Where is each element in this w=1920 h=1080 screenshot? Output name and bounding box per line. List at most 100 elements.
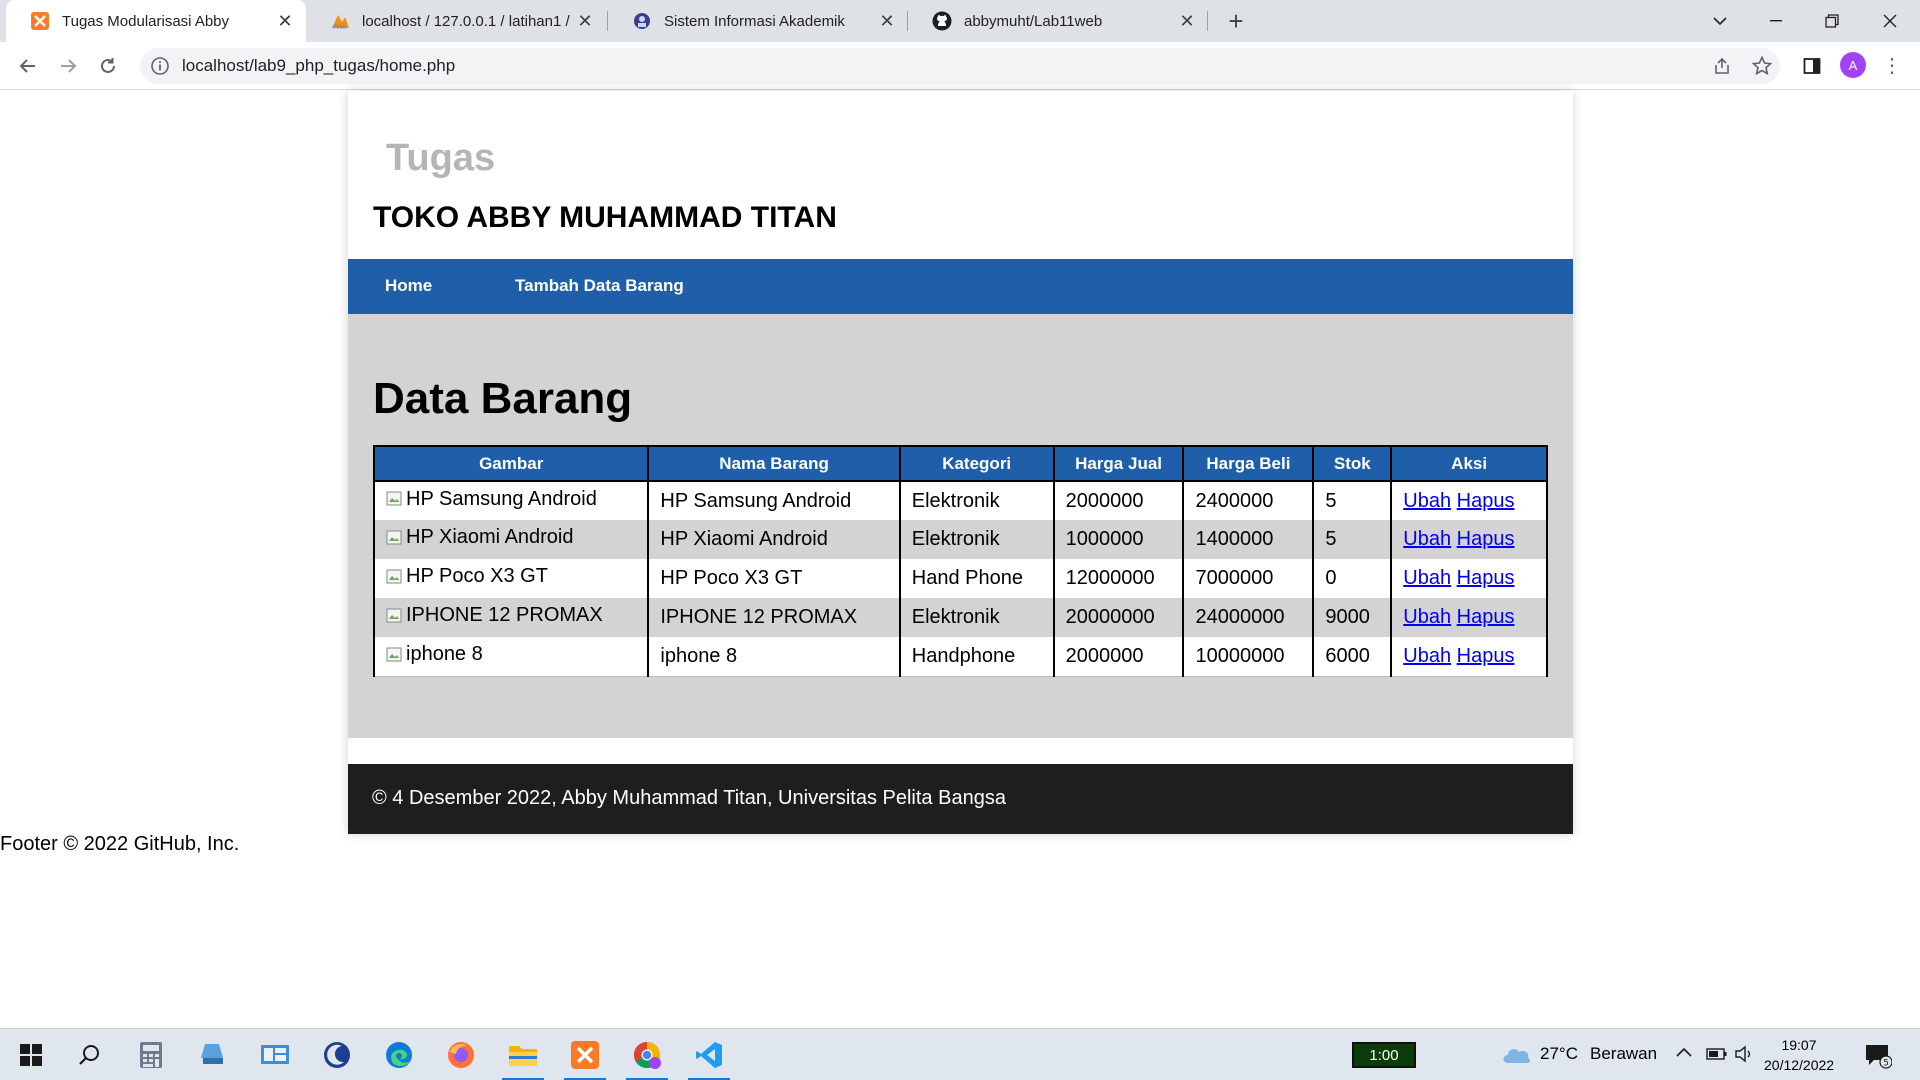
tab-tugas-modularisasi[interactable]: Tugas Modularisasi Abby ✕	[6, 0, 306, 42]
tab-title: Sistem Informasi Akademik	[664, 12, 845, 30]
vscode-icon[interactable]	[682, 1029, 736, 1080]
cell-harga-beli: 2400000	[1182, 481, 1315, 520]
svg-text:PMA: PMA	[333, 24, 347, 30]
table-row: HP Poco X3 GT HP Poco X3 GT Hand Phone 1…	[372, 559, 1548, 598]
more-options-icon[interactable]: ⋮	[1882, 52, 1902, 78]
broken-image-icon	[386, 647, 402, 661]
system-clock[interactable]: 19:07 20/12/2022	[1764, 1035, 1834, 1075]
hapus-link[interactable]: Hapus	[1457, 606, 1515, 628]
weather-widget[interactable]: 27°C Berawan	[1500, 1043, 1657, 1065]
nav-home-link[interactable]: Home	[385, 276, 432, 296]
cell-stok: 5	[1312, 520, 1393, 559]
site-footer: © 4 Desember 2022, Abby Muhammad Titan, …	[348, 764, 1573, 834]
address-bar[interactable]: localhost/lab9_php_tugas/home.php	[140, 48, 1780, 84]
clock-date: 20/12/2022	[1764, 1057, 1835, 1073]
close-window-button[interactable]	[1862, 0, 1918, 42]
browser-tab-strip: Tugas Modularisasi Abby ✕ PMA localhost …	[0, 0, 1920, 42]
page-viewport: Tugas TOKO ABBY MUHAMMAD TITAN Home Tamb…	[0, 91, 1920, 1028]
cell-stok: 5	[1312, 481, 1393, 520]
side-panel-icon[interactable]	[1796, 50, 1828, 82]
tab-sistem-informasi[interactable]: Sistem Informasi Akademik ✕	[608, 0, 908, 42]
back-button[interactable]	[12, 50, 44, 82]
cell-harga-jual: 2000000	[1052, 637, 1185, 677]
cell-harga-beli: 10000000	[1182, 637, 1315, 677]
cell-nama-barang: iphone 8	[647, 637, 901, 677]
cortana-icon[interactable]	[310, 1029, 364, 1080]
new-tab-button[interactable]: +	[1222, 6, 1250, 36]
table-row: HP Samsung Android HP Samsung Android El…	[372, 481, 1548, 520]
battery-timer-badge[interactable]: 1:00	[1352, 1042, 1416, 1068]
reload-button[interactable]	[92, 50, 124, 82]
chrome-icon[interactable]	[620, 1029, 674, 1080]
ubah-link[interactable]: Ubah	[1403, 490, 1451, 512]
hapus-link[interactable]: Hapus	[1457, 490, 1515, 512]
cell-aksi: Ubah Hapus	[1390, 481, 1548, 520]
page-title: Data Barang	[373, 374, 633, 423]
cell-aksi: Ubah Hapus	[1390, 598, 1548, 637]
cell-harga-beli: 1400000	[1182, 520, 1315, 559]
search-icon[interactable]	[62, 1029, 116, 1080]
table-row: HP Xiaomi Android HP Xiaomi Android Elek…	[372, 520, 1548, 559]
volume-icon[interactable]	[1734, 1044, 1756, 1068]
cell-nama-barang: HP Samsung Android	[647, 481, 901, 520]
main-nav: Home Tambah Data Barang	[348, 259, 1573, 314]
calculator-icon[interactable]	[124, 1029, 178, 1080]
ubah-link[interactable]: Ubah	[1403, 645, 1451, 667]
firefox-icon[interactable]	[434, 1029, 488, 1080]
restore-button[interactable]	[1804, 0, 1860, 42]
column-header-aksi: Aksi	[1390, 445, 1548, 482]
battery-icon[interactable]	[1706, 1047, 1728, 1065]
cell-harga-jual: 2000000	[1052, 481, 1185, 520]
cell-nama-barang: HP Xiaomi Android	[647, 520, 901, 559]
share-icon[interactable]	[1706, 50, 1738, 82]
column-header-kategori: Kategori	[898, 445, 1055, 482]
tab-github[interactable]: abbymuht/Lab11web ✕	[908, 0, 1208, 42]
column-header-harga-beli: Harga Beli	[1182, 445, 1315, 482]
tab-title: abbymuht/Lab11web	[964, 12, 1103, 30]
network-drive-icon[interactable]	[186, 1029, 240, 1080]
close-icon[interactable]: ✕	[1176, 10, 1198, 32]
hapus-link[interactable]: Hapus	[1457, 645, 1515, 667]
forward-button[interactable]	[52, 50, 84, 82]
hapus-link[interactable]: Hapus	[1457, 528, 1515, 550]
control-panel-icon[interactable]	[248, 1029, 302, 1080]
cell-gambar: IPHONE 12 PROMAX	[372, 598, 650, 637]
minimize-button[interactable]	[1748, 0, 1804, 42]
close-icon[interactable]: ✕	[574, 10, 596, 32]
cell-kategori: Elektronik	[898, 481, 1055, 520]
xampp-icon	[30, 11, 50, 31]
column-header-harga-jual: Harga Jual	[1052, 445, 1185, 482]
show-hidden-icons-chevron-icon[interactable]	[1676, 1045, 1692, 1062]
close-icon[interactable]: ✕	[274, 10, 296, 32]
hapus-link[interactable]: Hapus	[1457, 567, 1515, 589]
cell-aksi: Ubah Hapus	[1390, 559, 1548, 598]
cell-aksi: Ubah Hapus	[1390, 520, 1548, 559]
file-explorer-icon[interactable]	[496, 1029, 550, 1080]
cell-aksi: Ubah Hapus	[1390, 637, 1548, 677]
cell-kategori: Elektronik	[898, 520, 1055, 559]
tab-separator	[1207, 11, 1208, 31]
cell-nama-barang: IPHONE 12 PROMAX	[647, 598, 901, 637]
cloud-icon	[1503, 1049, 1531, 1063]
ubah-link[interactable]: Ubah	[1403, 567, 1451, 589]
tab-title: localhost / 127.0.0.1 / latihan1 / u	[362, 12, 574, 30]
reload-icon	[101, 58, 115, 73]
ubah-link[interactable]: Ubah	[1403, 606, 1451, 628]
info-icon[interactable]	[150, 56, 170, 76]
edge-icon[interactable]	[372, 1029, 426, 1080]
cell-harga-jual: 12000000	[1052, 559, 1185, 598]
ubah-link[interactable]: Ubah	[1403, 528, 1451, 550]
profile-avatar[interactable]: A	[1840, 52, 1866, 78]
bookmark-star-icon[interactable]	[1746, 50, 1778, 82]
start-button[interactable]	[4, 1029, 58, 1080]
broken-image-icon	[386, 569, 402, 584]
nav-tambah-data-barang-link[interactable]: Tambah Data Barang	[515, 276, 684, 296]
notification-center-icon[interactable]: 5	[1864, 1041, 1893, 1069]
url-text[interactable]: localhost/lab9_php_tugas/home.php	[182, 56, 455, 76]
close-icon[interactable]: ✕	[876, 10, 898, 32]
xampp-taskbar-icon[interactable]	[558, 1029, 612, 1080]
tab-phpmyadmin[interactable]: PMA localhost / 127.0.0.1 / latihan1 / u…	[306, 0, 606, 42]
column-header-nama-barang: Nama Barang	[647, 445, 901, 482]
notification-count: 5	[1883, 1059, 1889, 1069]
tab-search-chevron-icon[interactable]	[1692, 0, 1748, 42]
